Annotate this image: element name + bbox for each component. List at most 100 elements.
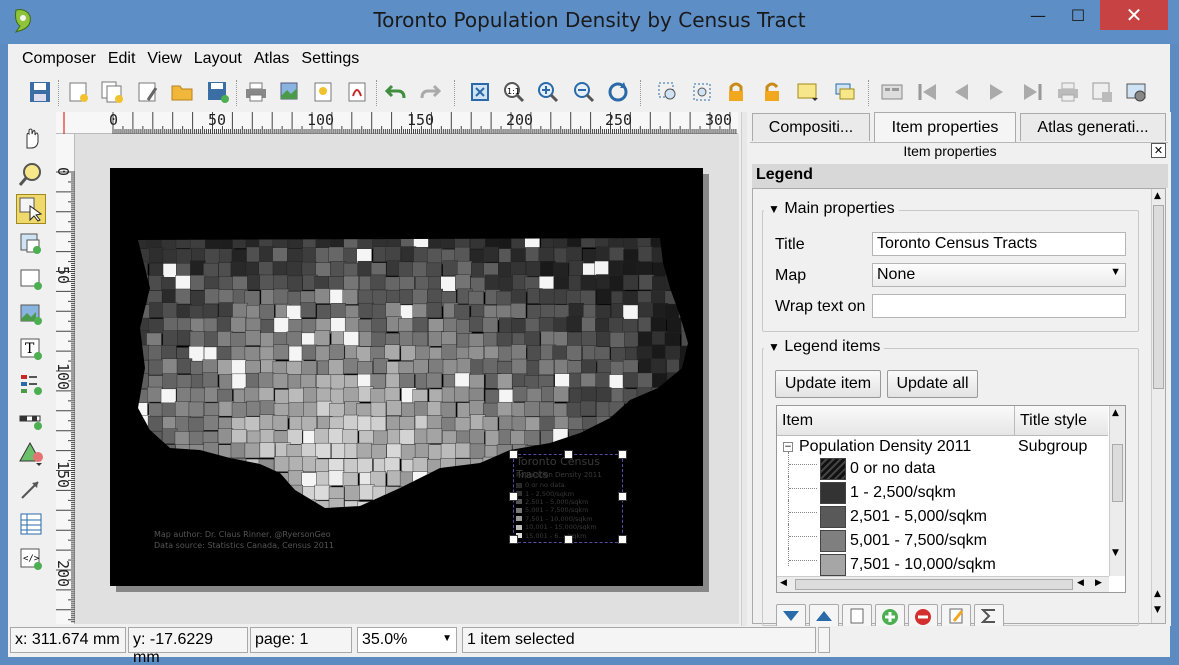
scroll-up-icon[interactable]: ▲: [1154, 589, 1161, 599]
legend-tree-item[interactable]: 1 - 2,500/sqkm: [850, 481, 956, 505]
pan-tool-icon[interactable]: [16, 124, 46, 154]
first-feature-icon[interactable]: [914, 78, 942, 106]
tree-horizontal-scrollbar[interactable]: ◀ ◀ ▶: [777, 576, 1109, 592]
resize-handle[interactable]: [509, 535, 518, 544]
zoom-out-icon[interactable]: [570, 78, 598, 106]
maximize-button[interactable]: ☐: [1058, 0, 1098, 30]
legend-group-row[interactable]: Population Density 2011: [799, 435, 971, 459]
atlas-settings-icon[interactable]: [1122, 78, 1150, 106]
menu-atlas[interactable]: Atlas: [248, 47, 296, 73]
legend-symbol-swatch[interactable]: [820, 482, 846, 504]
next-feature-icon[interactable]: [982, 78, 1010, 106]
move-down-button[interactable]: [776, 604, 806, 626]
print-atlas-icon[interactable]: [1054, 78, 1082, 106]
select-move-tool-icon[interactable]: [16, 194, 46, 224]
duplicate-composer-icon[interactable]: [98, 78, 126, 106]
collapse-tree-icon[interactable]: −: [783, 442, 793, 452]
scroll-thumb-horizontal[interactable]: [795, 579, 1073, 590]
tab-composition[interactable]: Compositi...: [752, 113, 870, 141]
legend-symbol-swatch[interactable]: [820, 554, 846, 576]
add-shape-icon[interactable]: [16, 439, 46, 469]
update-item-button[interactable]: Update item: [775, 370, 881, 398]
print-icon[interactable]: [242, 78, 270, 106]
main-properties-header[interactable]: ▼ Main properties: [764, 200, 899, 218]
legend-symbol-swatch[interactable]: [820, 530, 846, 552]
scroll-thumb[interactable]: [1112, 444, 1123, 502]
raise-items-icon[interactable]: [832, 78, 860, 106]
add-item-button[interactable]: [875, 604, 905, 626]
last-feature-icon[interactable]: [1018, 78, 1046, 106]
map-select[interactable]: None ▼: [872, 263, 1126, 287]
legend-tree-item[interactable]: 5,001 - 7,500/sqkm: [850, 529, 987, 553]
new-composer-icon[interactable]: [64, 78, 92, 106]
menu-composer[interactable]: Composer: [8, 47, 102, 73]
redo-icon[interactable]: [416, 78, 444, 106]
menu-settings[interactable]: Settings: [295, 47, 365, 73]
minimize-button[interactable]: —: [1018, 0, 1058, 30]
save-template-icon[interactable]: [204, 78, 232, 106]
export-svg-icon[interactable]: [310, 78, 338, 106]
resize-handle[interactable]: [618, 535, 627, 544]
zoom-tool-icon[interactable]: [16, 159, 46, 189]
resize-handle[interactable]: [618, 492, 627, 501]
close-dock-icon[interactable]: ✕: [1151, 143, 1166, 158]
add-arrow-icon[interactable]: [16, 474, 46, 504]
unlock-icon[interactable]: [758, 78, 786, 106]
sum-icon[interactable]: [974, 604, 1004, 626]
legend-tree-item[interactable]: 0 or no data: [850, 457, 935, 481]
add-label-icon[interactable]: T: [16, 334, 46, 364]
close-button[interactable]: ✕: [1100, 0, 1168, 30]
scroll-down-icon[interactable]: ▼: [1112, 548, 1119, 558]
zoom-actual-icon[interactable]: 1:1: [500, 78, 528, 106]
add-scalebar-icon[interactable]: [16, 404, 46, 434]
zoom-in-icon[interactable]: [534, 78, 562, 106]
panel-splitter[interactable]: [741, 112, 747, 626]
add-map-icon[interactable]: [16, 264, 46, 294]
resize-handle[interactable]: [509, 492, 518, 501]
legend-symbol-swatch[interactable]: [820, 458, 846, 480]
composer-manager-icon[interactable]: [134, 78, 162, 106]
menu-edit[interactable]: Edit: [102, 47, 142, 73]
wrap-text-input[interactable]: [872, 294, 1126, 318]
column-header-title-style[interactable]: Title style: [1015, 406, 1108, 436]
resize-handle[interactable]: [509, 450, 518, 459]
export-image-icon[interactable]: [276, 78, 304, 106]
export-pdf-icon[interactable]: [344, 78, 372, 106]
atlas-preview-icon[interactable]: [878, 78, 906, 106]
zoom-select[interactable]: 35.0% ▼: [357, 627, 457, 653]
legend-symbol-swatch[interactable]: [820, 506, 846, 528]
move-up-button[interactable]: [809, 604, 839, 626]
save-icon[interactable]: [26, 78, 54, 106]
menu-layout[interactable]: Layout: [188, 47, 248, 73]
zoom-full-icon[interactable]: [466, 78, 494, 106]
tree-vertical-scrollbar[interactable]: ▲ ▼: [1109, 406, 1125, 576]
previous-feature-icon[interactable]: [948, 78, 976, 106]
refresh-icon[interactable]: [604, 78, 632, 106]
move-item-content-icon[interactable]: [16, 229, 46, 259]
tab-item-properties[interactable]: Item properties: [874, 112, 1016, 142]
legend-items-header[interactable]: ▼ Legend items: [764, 338, 885, 356]
scroll-left-icon[interactable]: ◀: [1077, 578, 1084, 588]
tab-atlas-generation[interactable]: Atlas generati...: [1020, 113, 1166, 141]
panel-vertical-scrollbar[interactable]: ▲ ▲ ▼: [1151, 189, 1165, 623]
update-all-button[interactable]: Update all: [887, 370, 978, 398]
remove-item-button[interactable]: [908, 604, 938, 626]
add-image-icon[interactable]: [16, 299, 46, 329]
resize-handle[interactable]: [564, 450, 573, 459]
group-items-icon[interactable]: [794, 78, 822, 106]
menu-view[interactable]: View: [141, 47, 187, 73]
legend-group-style[interactable]: Subgroup: [1018, 435, 1087, 459]
open-folder-icon[interactable]: [168, 78, 196, 106]
edit-item-button[interactable]: [941, 604, 971, 626]
scroll-up-icon[interactable]: ▲: [1112, 408, 1119, 418]
add-group-button[interactable]: [842, 604, 872, 626]
composition-page[interactable]: Map author: Dr. Claus Rinner, @RyersonGe…: [110, 168, 703, 586]
resize-handle[interactable]: [564, 535, 573, 544]
legend-tree-item[interactable]: 2,501 - 5,000/sqkm: [850, 505, 987, 529]
undo-icon[interactable]: [382, 78, 410, 106]
scroll-down-icon[interactable]: ▼: [1154, 605, 1161, 615]
scroll-right-icon[interactable]: ▶: [1095, 578, 1102, 588]
scroll-left-icon[interactable]: ◀: [780, 578, 787, 588]
export-atlas-icon[interactable]: [1088, 78, 1116, 106]
add-attribute-table-icon[interactable]: [16, 509, 46, 539]
